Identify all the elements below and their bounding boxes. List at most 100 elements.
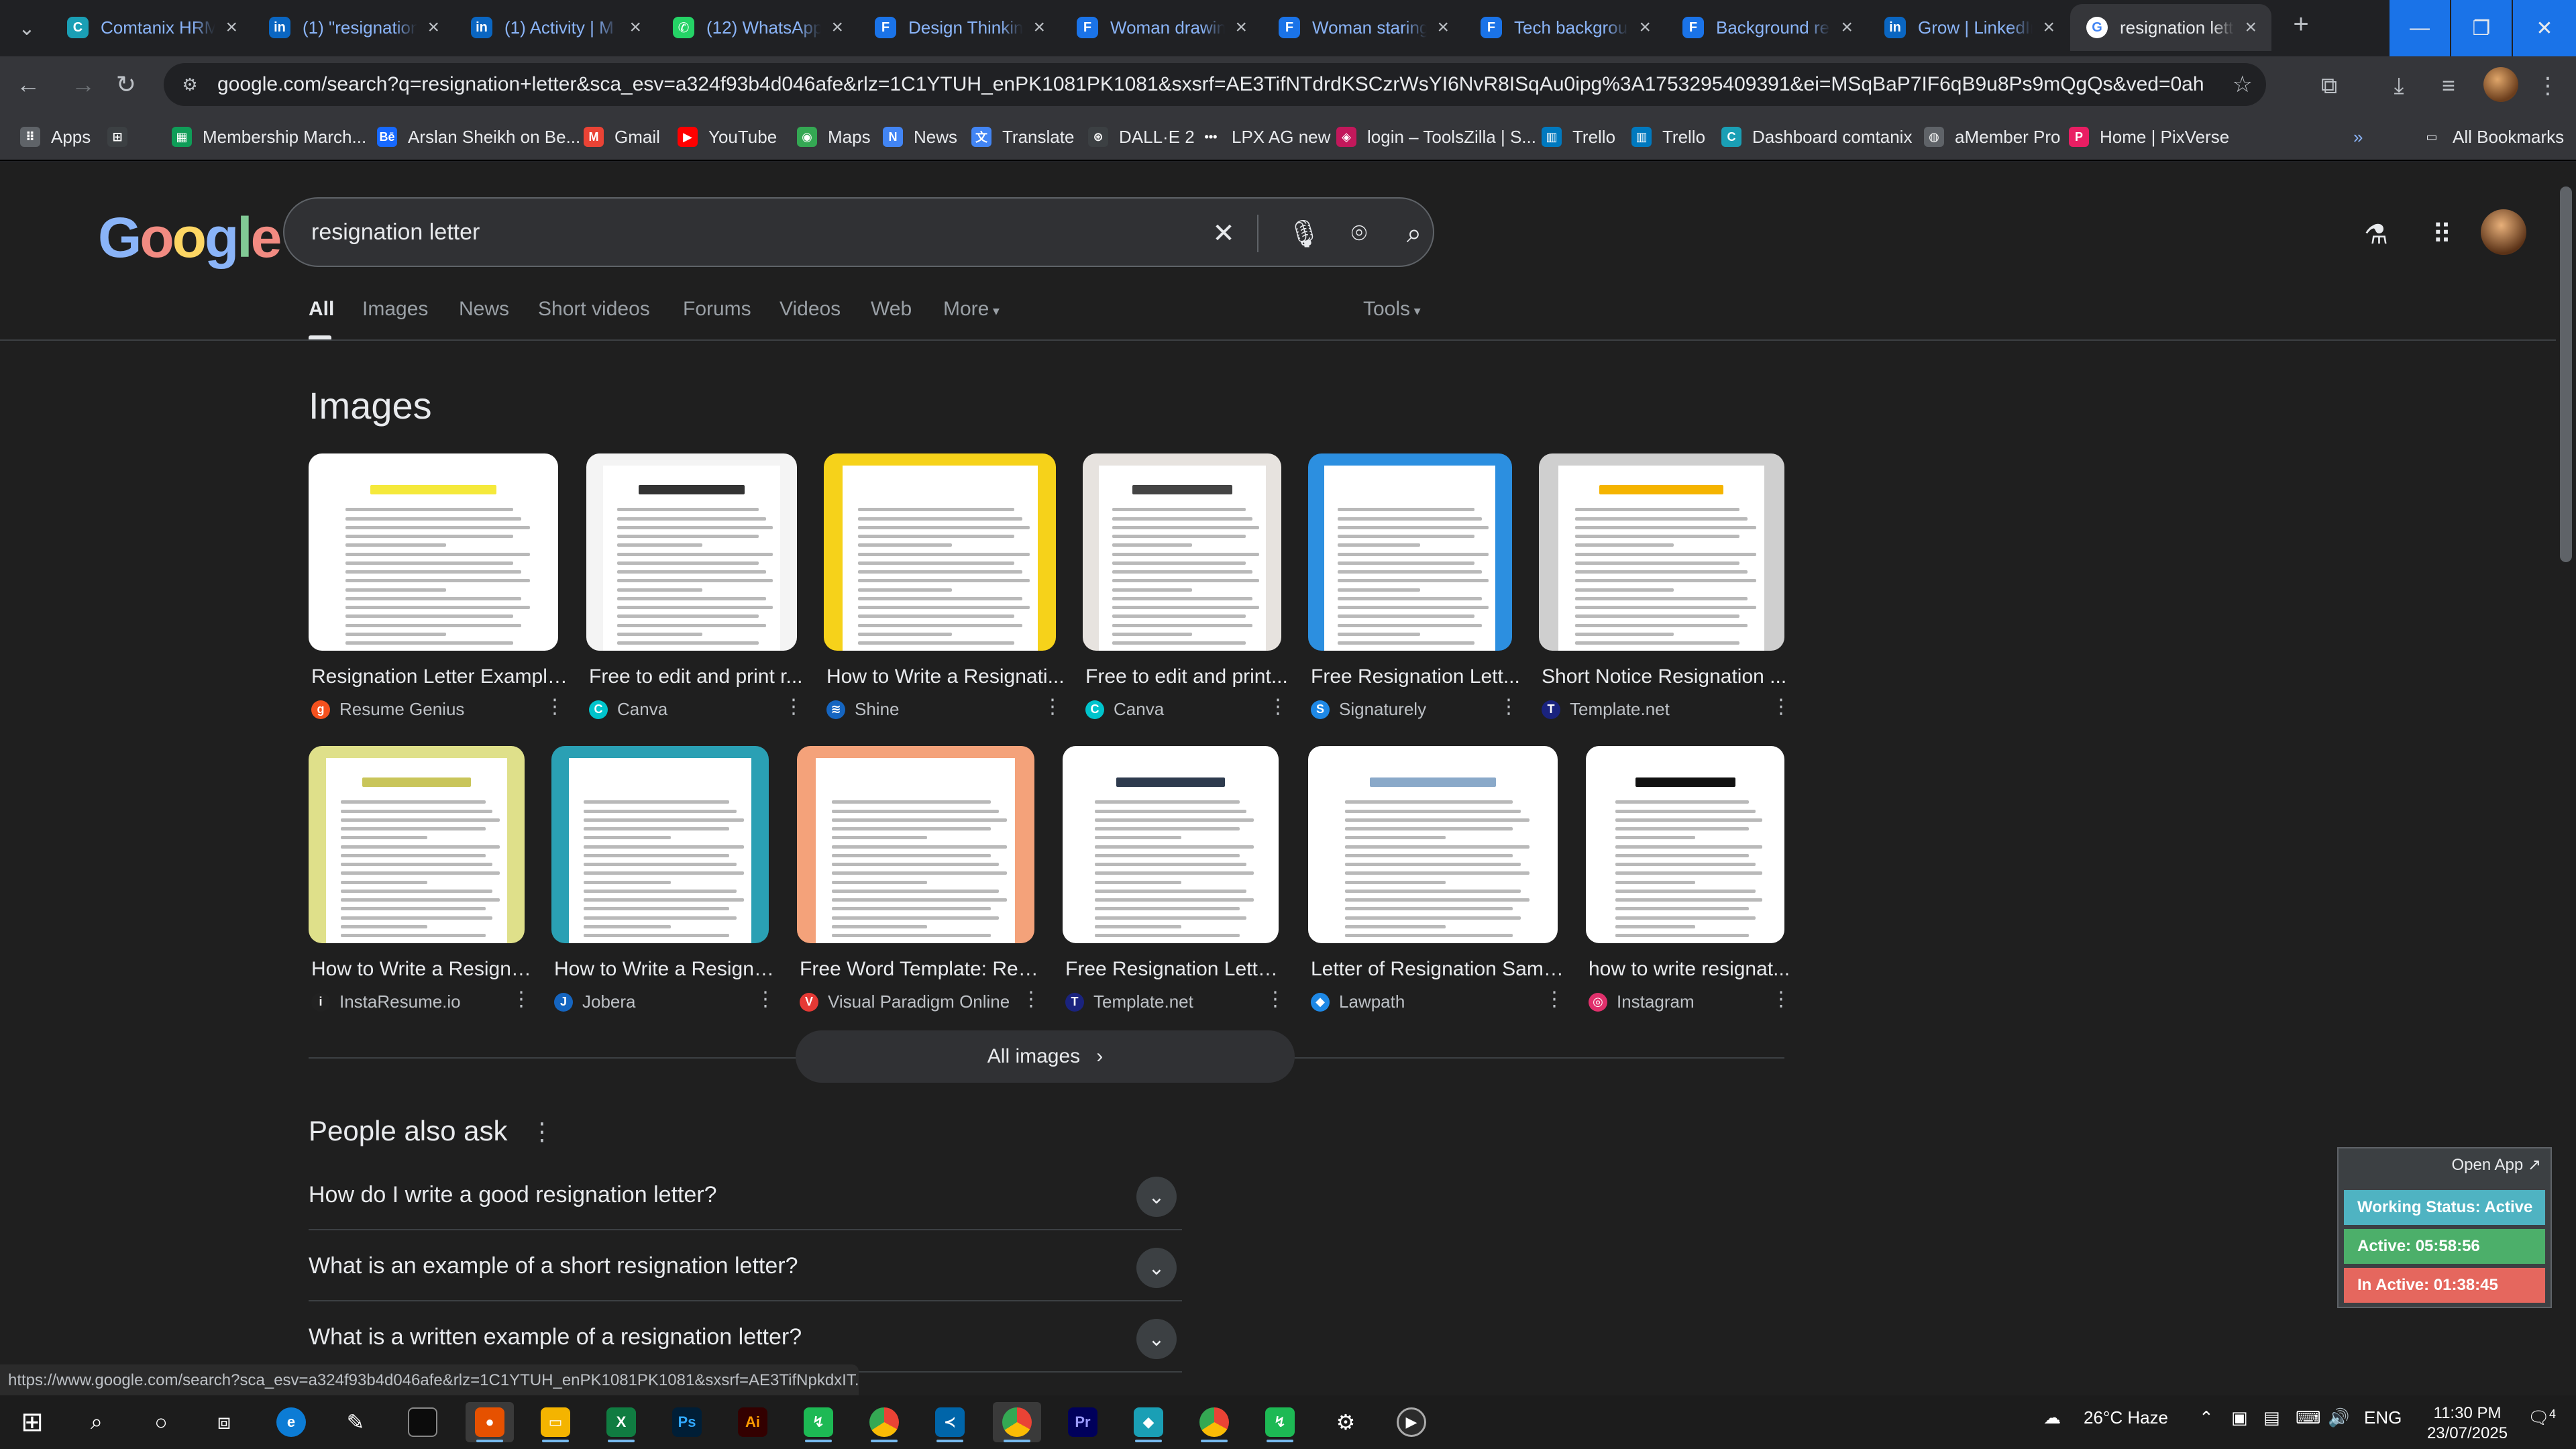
image-caption[interactable]: Free to edit and print... (1085, 665, 1291, 688)
all-images-button[interactable]: All images › (796, 1030, 1295, 1083)
image-thumbnail[interactable] (1539, 453, 1784, 651)
bookmark-item[interactable]: 文 Translate (971, 122, 1074, 152)
chrome-profile-icon[interactable] (1190, 1402, 1238, 1442)
paa-question-row[interactable]: What is a written example of a resignati… (309, 1303, 1182, 1373)
image-thumbnail[interactable] (1308, 453, 1512, 651)
clear-search-icon[interactable]: ✕ (1206, 216, 1241, 251)
tab-news[interactable]: News (459, 298, 509, 321)
restore-button[interactable]: ❐ (2451, 0, 2512, 56)
tab-videos[interactable]: Videos (780, 298, 841, 321)
image-thumbnail[interactable] (824, 453, 1056, 651)
image-result[interactable]: Free Resignation Letter... T Template.net ⋮ (1063, 746, 1288, 1014)
image-result[interactable]: how to write resignat... ◎ Instagram ⋮ (1586, 746, 1791, 1014)
close-tab-icon[interactable]: × (1030, 16, 1049, 39)
labs-flask-icon[interactable]: ⚗ (2356, 215, 2396, 255)
media-control-icon[interactable]: ≡ (2431, 68, 2466, 103)
close-tab-icon[interactable]: × (1635, 16, 1655, 39)
image-caption[interactable]: Free to edit and print r... (589, 665, 806, 688)
image-result[interactable]: How to Write a Resigna... i InstaResume.io… (309, 746, 534, 1014)
paa-question-row[interactable]: What is an example of a short resignatio… (309, 1232, 1182, 1301)
image-caption[interactable]: Short Notice Resignation ... (1542, 665, 1794, 688)
taskbar-search-icon[interactable]: ⌕ (72, 1402, 121, 1442)
image-source[interactable]: ◆ Lawpath (1311, 991, 1405, 1012)
chrome-active-icon[interactable] (993, 1402, 1041, 1442)
green-app-2-icon[interactable]: ↯ (1256, 1402, 1304, 1442)
bookmark-item[interactable]: M Gmail (584, 122, 660, 152)
image-more-options-icon[interactable]: ⋮ (511, 987, 531, 1011)
image-thumbnail[interactable] (797, 746, 1034, 943)
extension-icon[interactable]: ⧉ (2312, 68, 2347, 103)
bookmark-item[interactable]: ⊛ DALL·E 2 (1088, 122, 1195, 152)
bookmark-star-icon[interactable]: ☆ (2233, 71, 2253, 98)
tray-app-icon[interactable]: ▣ (2231, 1407, 2248, 1428)
image-caption[interactable]: How to Write a Resigna... (311, 958, 534, 981)
bookmark-item[interactable]: ◉ Maps (797, 122, 871, 152)
browser-tab[interactable]: F Design Thinkin × (859, 4, 1060, 51)
image-source[interactable]: C Canva (1085, 699, 1164, 720)
image-more-options-icon[interactable]: ⋮ (1544, 987, 1564, 1011)
browser-tab[interactable]: F Background re × (1666, 4, 1868, 51)
image-result[interactable]: Short Notice Resignation ... T Template.ne… (1539, 453, 1791, 722)
language-indicator[interactable]: ENG (2364, 1407, 2402, 1428)
vscode-icon[interactable]: ≺ (926, 1402, 974, 1442)
close-tab-icon[interactable]: × (2241, 16, 2261, 39)
image-source[interactable]: T Template.net (1542, 699, 1670, 720)
account-avatar[interactable] (2481, 209, 2526, 255)
cortana-circle-icon[interactable]: ○ (137, 1402, 185, 1442)
weather-text[interactable]: 26°C Haze (2084, 1407, 2168, 1428)
image-result[interactable]: Free Word Template: Resi... V Visual Parad… (797, 746, 1044, 1014)
image-result[interactable]: How to Write a Resignati... ≋ Shine ⋮ (824, 453, 1065, 722)
tray-chevron-icon[interactable]: ⌃ (2199, 1407, 2214, 1428)
expand-chevron-icon[interactable]: ⌄ (1136, 1177, 1177, 1217)
tab-all[interactable]: All (309, 298, 334, 321)
tab-web[interactable]: Web (871, 298, 912, 321)
image-result[interactable]: How to Write a Resigna... J Jobera ⋮ (551, 746, 778, 1014)
tray-battery-icon[interactable]: ▤ (2263, 1407, 2280, 1428)
close-tab-icon[interactable]: × (222, 16, 241, 39)
lens-camera-icon[interactable]: ⌾ (1342, 216, 1377, 251)
all-bookmarks-button[interactable]: ▭ All Bookmarks (2422, 122, 2564, 152)
app-running-icon[interactable]: ● (466, 1402, 514, 1442)
close-tab-icon[interactable]: × (1837, 16, 1857, 39)
network-icon[interactable]: ⌨ (2296, 1407, 2321, 1428)
bookmark-item[interactable]: ••• LPX AG new (1201, 122, 1330, 152)
image-result[interactable]: Free Resignation Lett... S Signaturely ⋮ (1308, 453, 1520, 722)
image-caption[interactable]: Resignation Letter Example... (311, 665, 568, 688)
file-explorer-icon[interactable]: ▭ (531, 1402, 580, 1442)
pen-tool-icon[interactable]: ✎ (331, 1402, 380, 1442)
apps-grid-icon[interactable]: ⠿ (2422, 215, 2462, 255)
image-source[interactable]: C Canva (589, 699, 667, 720)
close-tab-icon[interactable]: × (1434, 16, 1453, 39)
search-input[interactable] (311, 219, 1183, 246)
close-window-button[interactable]: ✕ (2513, 0, 2576, 56)
weather-icon[interactable]: ☁ (2043, 1407, 2061, 1428)
bookmark-item[interactable]: ▶ YouTube (678, 122, 777, 152)
image-more-options-icon[interactable]: ⋮ (1021, 987, 1041, 1011)
expand-chevron-icon[interactable]: ⌄ (1136, 1248, 1177, 1288)
search-icon[interactable]: ⌕ (1397, 216, 1432, 251)
close-tab-icon[interactable]: × (626, 16, 645, 39)
image-source[interactable]: ≋ Shine (826, 699, 900, 720)
terminal-icon[interactable] (398, 1402, 447, 1442)
image-source[interactable]: ◎ Instagram (1589, 991, 1695, 1012)
download-icon[interactable]: ⤓ (2381, 68, 2416, 103)
image-more-options-icon[interactable]: ⋮ (784, 695, 804, 718)
image-source[interactable]: T Template.net (1065, 991, 1193, 1012)
bookmark-item[interactable]: N News (883, 122, 957, 152)
image-caption[interactable]: Free Resignation Letter... (1065, 958, 1288, 981)
bookmark-item[interactable]: ⊞ (107, 122, 138, 152)
site-info-icon[interactable]: ⚙ (178, 73, 201, 96)
minimize-button[interactable]: — (2390, 0, 2450, 56)
image-caption[interactable]: How to Write a Resigna... (554, 958, 778, 981)
image-source[interactable]: J Jobera (554, 991, 636, 1012)
kebab-menu-icon[interactable]: ⋮ (2530, 68, 2565, 103)
browser-tab[interactable]: F Tech backgrou × (1464, 4, 1666, 51)
image-thumbnail[interactable] (1308, 746, 1558, 943)
image-more-options-icon[interactable]: ⋮ (1771, 987, 1791, 1011)
image-more-options-icon[interactable]: ⋮ (1042, 695, 1063, 718)
url-text[interactable]: google.com/search?q=resignation+letter&s… (217, 73, 2203, 96)
paa-kebab-icon[interactable]: ⋮ (530, 1118, 554, 1146)
browser-tab[interactable]: F Woman drawin × (1061, 4, 1262, 51)
browser-tab[interactable]: in (1) Activity | M × (455, 4, 656, 51)
settings-gear-icon[interactable]: ⚙ (1322, 1402, 1370, 1442)
